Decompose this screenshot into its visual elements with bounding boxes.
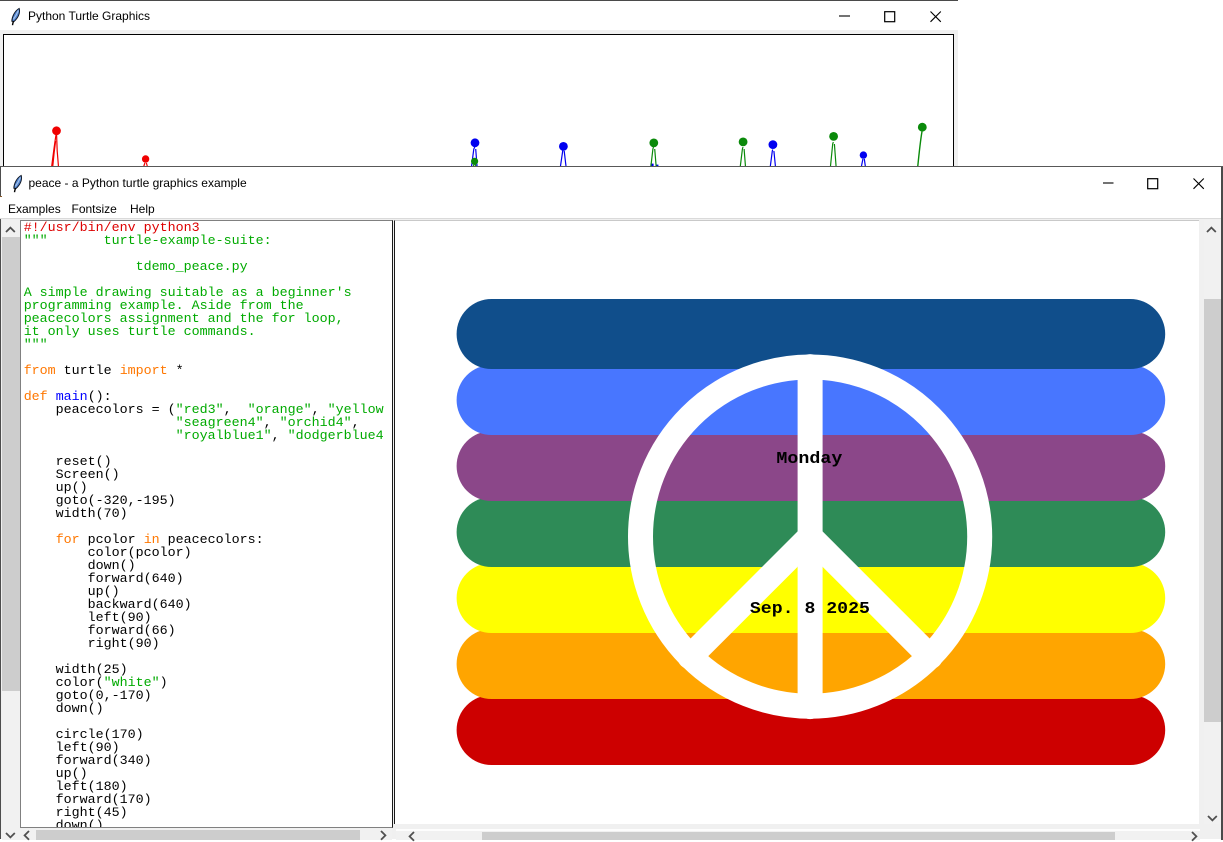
svg-text:Sep. 8 2025: Sep. 8 2025 xyxy=(750,599,870,618)
svg-text:Monday: Monday xyxy=(777,449,843,468)
